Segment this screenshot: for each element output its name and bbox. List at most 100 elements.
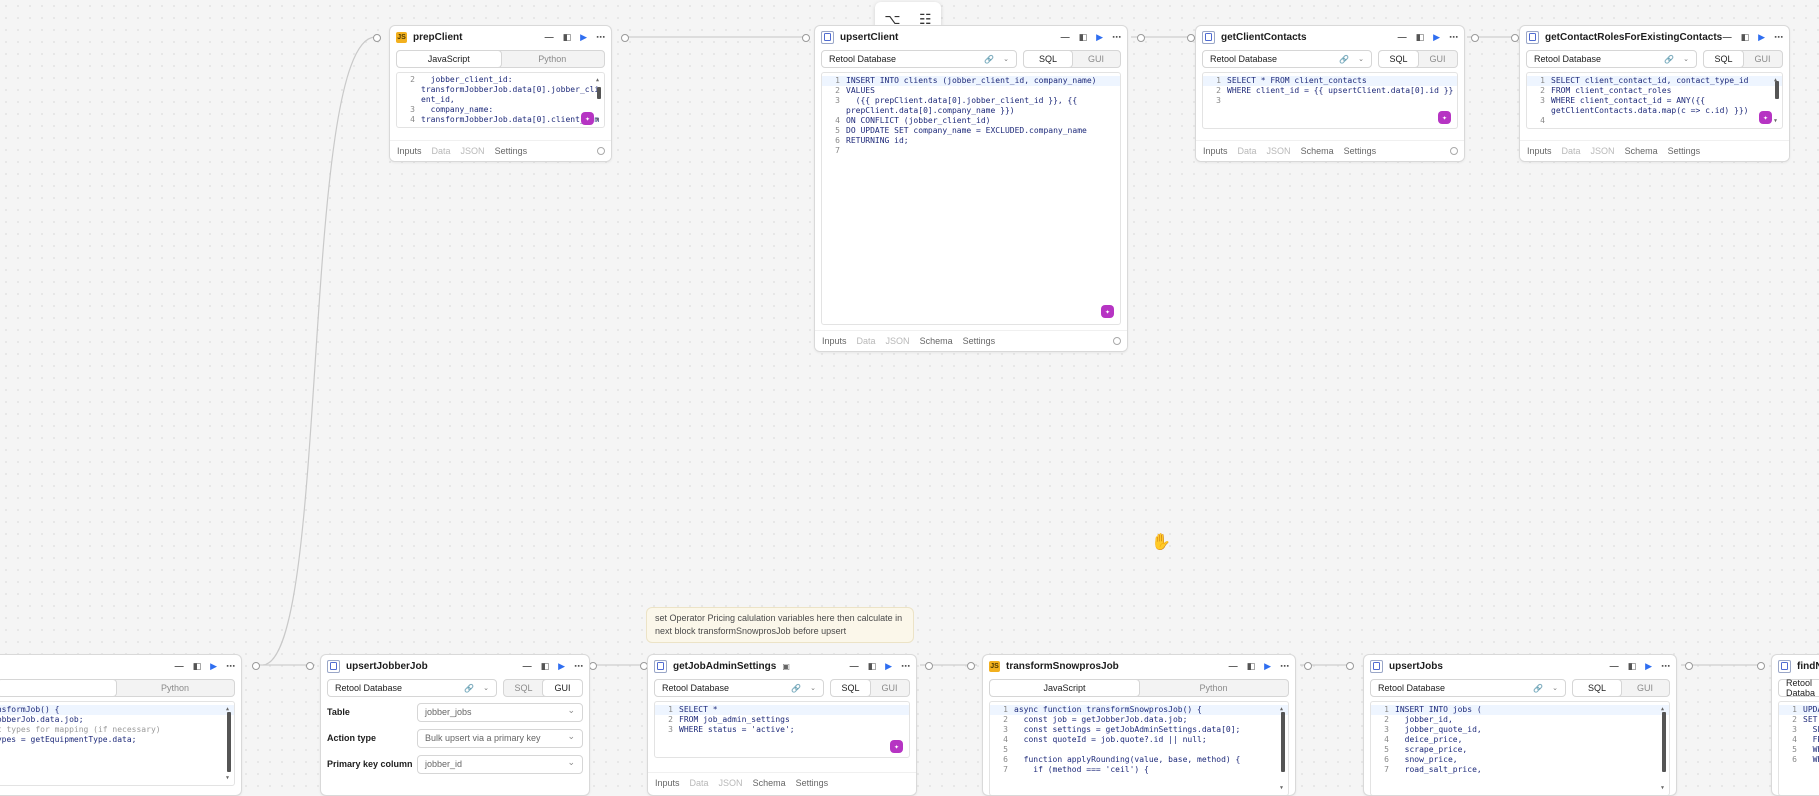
resource-select[interactable]: Retool Database 🔗 ⌄ [654,679,824,697]
code-editor[interactable]: 2 jobber_client_id: transformJobberJob.d… [396,72,605,128]
note-icon[interactable]: ▣ [782,662,790,671]
run-icon[interactable]: ▶ [210,661,217,672]
query-mode-toggle[interactable]: SQL GUI [1378,50,1458,68]
sql-option[interactable]: SQL [1704,51,1743,67]
run-icon[interactable]: ▶ [558,661,565,672]
tab-settings[interactable]: Settings [796,778,829,788]
more-icon[interactable]: ⋯ [1280,661,1289,672]
tab-schema[interactable]: Schema [1301,146,1334,156]
port-in-getcontactroles[interactable] [1511,34,1519,42]
resource-select[interactable]: Retool Database 🔗 ⌄ [1202,50,1372,68]
tab-inputs[interactable]: Inputs [655,778,680,788]
link-icon[interactable]: 🔗 [1533,684,1543,693]
minimize-icon[interactable]: — [850,661,859,671]
query-mode-toggle[interactable]: SQL GUI [1023,50,1121,68]
block-name[interactable]: getClientContacts [1221,32,1307,43]
more-icon[interactable]: ⋯ [1112,32,1121,43]
block-transform-partial[interactable]: — ◧ ▶ ⋯ Python ansformJob() { JobberJob.… [0,654,242,796]
block-name[interactable]: transformSnowprosJob [1006,661,1119,672]
block-name[interactable]: prepClient [413,32,462,43]
query-mode-toggle[interactable]: SQL GUI [830,679,910,697]
action-type-select[interactable]: Bulk upsert via a primary key [417,728,583,748]
tab-settings[interactable]: Settings [495,146,528,156]
scrollbar[interactable] [596,75,602,125]
block-upsertjobs[interactable]: upsertJobs — ◧ ▶ ⋯ Retool Database 🔗 ⌄ SQL… [1363,654,1677,796]
code-editor[interactable]: 1 SELECT client_contact_id, contact_type_… [1526,72,1783,129]
more-icon[interactable]: ⋯ [1774,32,1783,43]
tab-data[interactable]: Data [1562,146,1581,156]
minimize-icon[interactable]: — [523,661,532,671]
gui-option[interactable]: GUI [1743,51,1782,67]
tab-json[interactable]: JSON [461,146,485,156]
code-editor[interactable]: 1 INSERT INTO clients (jobber_client_id, … [821,72,1121,325]
gui-option[interactable]: GUI [1418,51,1457,67]
resize-handle[interactable] [1450,147,1458,155]
language-toggle[interactable]: JavaScript Python [396,50,605,68]
port-in-transformsnowprosjob[interactable] [967,662,975,670]
tab-inputs[interactable]: Inputs [397,146,422,156]
port-out-leftjs[interactable] [252,662,260,670]
python-option[interactable]: Python [501,51,605,67]
tab-json[interactable]: JSON [1591,146,1615,156]
gui-option[interactable]: GUI [543,680,582,696]
panel-icon[interactable]: ◧ [1628,661,1637,672]
ai-assist-icon[interactable]: ✦ [1438,111,1451,124]
panel-icon[interactable]: ◧ [1079,32,1088,43]
javascript-option[interactable]: JavaScript [990,680,1139,696]
block-getclientcontacts[interactable]: getClientContacts — ◧ ▶ ⋯ Retool Databas… [1195,25,1465,162]
block-name[interactable]: findNea [1797,661,1819,672]
sql-option[interactable]: SQL [1379,51,1418,67]
more-icon[interactable]: ⋯ [226,661,235,672]
tab-schema[interactable]: Schema [1625,146,1658,156]
link-icon[interactable]: 🔗 [1339,55,1349,64]
minimize-icon[interactable]: — [1610,661,1619,671]
scrollbar[interactable] [226,704,232,783]
code-editor[interactable]: 1 SELECT * FROM client_contacts 2 WHERE cl… [1202,72,1458,129]
panel-icon[interactable]: ◧ [868,661,877,672]
minimize-icon[interactable]: — [1723,32,1732,42]
tab-settings[interactable]: Settings [963,336,996,346]
javascript-option[interactable] [0,680,116,696]
tab-schema[interactable]: Schema [920,336,953,346]
block-name[interactable]: upsertClient [840,32,898,43]
sql-option[interactable]: SQL [1024,51,1072,67]
panel-icon[interactable]: ◧ [193,661,202,672]
more-icon[interactable]: ⋯ [901,661,910,672]
port-in-prepclient[interactable] [373,34,381,42]
tab-json[interactable]: JSON [719,778,743,788]
link-icon[interactable]: 🔗 [1664,55,1674,64]
resource-select[interactable]: Retool Database 🔗 ⌄ [1526,50,1697,68]
language-toggle[interactable]: Python [0,679,235,697]
javascript-option[interactable]: JavaScript [397,51,501,67]
link-icon[interactable]: 🔗 [791,684,801,693]
link-icon[interactable]: 🔗 [984,55,994,64]
block-getjobadminsettings[interactable]: getJobAdminSettings ▣ — ◧ ▶ ⋯ Retool Dat… [647,654,917,796]
more-icon[interactable]: ⋯ [1661,661,1670,672]
minimize-icon[interactable]: — [545,32,554,42]
ai-assist-icon[interactable]: ✦ [581,112,594,125]
minimize-icon[interactable]: — [1229,661,1238,671]
port-out-transformsnowprosjob[interactable] [1304,662,1312,670]
port-in-getclientcontacts[interactable] [1187,34,1195,42]
block-name[interactable]: getJobAdminSettings [673,661,776,672]
block-upsertjobberjob[interactable]: upsertJobberJob — ◧ ▶ ⋯ Retool Database 🔗… [320,654,590,796]
more-icon[interactable]: ⋯ [1449,32,1458,43]
tab-settings[interactable]: Settings [1344,146,1377,156]
tab-inputs[interactable]: Inputs [1527,146,1552,156]
ai-assist-icon[interactable]: ✦ [890,740,903,753]
query-mode-toggle[interactable]: SQL GUI [1703,50,1783,68]
code-editor[interactable]: 1 INSERT INTO jobs ( 2 jobber_id, 3 jobbe… [1370,701,1670,795]
block-name[interactable]: getContactRolesForExistingContacts [1545,32,1722,43]
sql-option[interactable]: SQL [1573,680,1621,696]
block-name[interactable]: upsertJobs [1389,661,1443,672]
tab-schema[interactable]: Schema [753,778,786,788]
run-icon[interactable]: ▶ [1264,661,1271,672]
panel-icon[interactable]: ◧ [541,661,550,672]
panel-icon[interactable]: ◧ [563,32,572,43]
panel-icon[interactable]: ◧ [1416,32,1425,43]
ai-assist-icon[interactable]: ✦ [1759,111,1772,124]
minimize-icon[interactable]: — [1061,32,1070,42]
run-icon[interactable]: ▶ [1758,32,1765,43]
sql-option[interactable]: SQL [504,680,543,696]
panel-icon[interactable]: ◧ [1741,32,1750,43]
